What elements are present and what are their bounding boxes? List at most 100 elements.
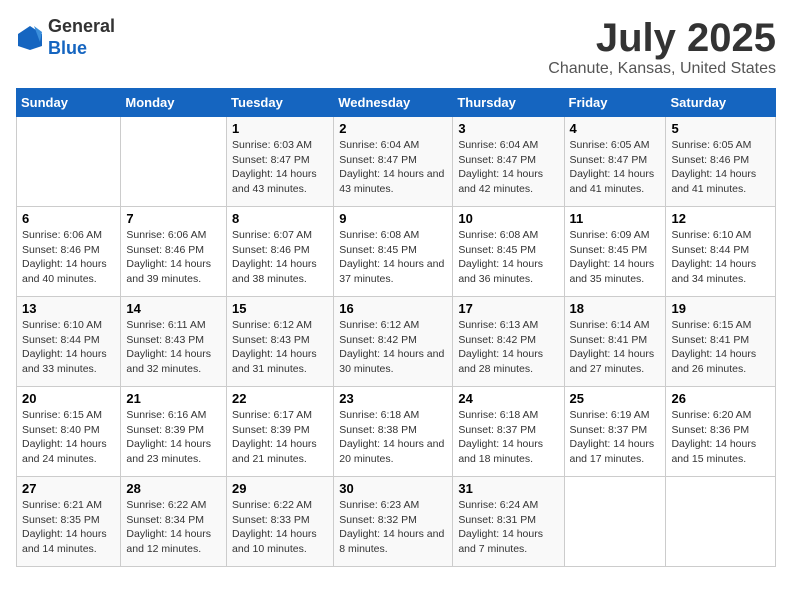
calendar-cell: 10 Sunrise: 6:08 AMSunset: 8:45 PMDayligh…: [453, 207, 564, 297]
day-number: 26: [671, 391, 770, 406]
week-row-5: 27 Sunrise: 6:21 AMSunset: 8:35 PMDayligh…: [17, 477, 776, 567]
day-number: 14: [126, 301, 221, 316]
day-info: Sunrise: 6:23 AMSunset: 8:32 PMDaylight:…: [339, 498, 447, 557]
calendar-cell: [17, 117, 121, 207]
day-info: Sunrise: 6:08 AMSunset: 8:45 PMDaylight:…: [458, 228, 558, 287]
day-info: Sunrise: 6:05 AMSunset: 8:47 PMDaylight:…: [570, 138, 661, 197]
day-info: Sunrise: 6:15 AMSunset: 8:41 PMDaylight:…: [671, 318, 770, 377]
calendar-cell: 22Sunrise: 6:17 AMSunset: 8:39 PMDayligh…: [227, 387, 334, 477]
calendar-cell: 24Sunrise: 6:18 AMSunset: 8:37 PMDayligh…: [453, 387, 564, 477]
day-number: 24: [458, 391, 558, 406]
calendar-cell: 11Sunrise: 6:09 AMSunset: 8:45 PMDayligh…: [564, 207, 666, 297]
day-info: Sunrise: 6:12 AMSunset: 8:43 PMDaylight:…: [232, 318, 328, 377]
calendar-cell: 4 Sunrise: 6:05 AMSunset: 8:47 PMDaylight…: [564, 117, 666, 207]
day-info: Sunrise: 6:08 AMSunset: 8:45 PMDaylight:…: [339, 228, 447, 287]
calendar-table: SundayMondayTuesdayWednesdayThursdayFrid…: [16, 88, 776, 567]
day-number: 23: [339, 391, 447, 406]
calendar-cell: 26 Sunrise: 6:20 AMSunset: 8:36 PMDayligh…: [666, 387, 776, 477]
calendar-cell: 25 Sunrise: 6:19 AMSunset: 8:37 PMDayligh…: [564, 387, 666, 477]
calendar-cell: 17 Sunrise: 6:13 AMSunset: 8:42 PMDayligh…: [453, 297, 564, 387]
day-info: Sunrise: 6:12 AMSunset: 8:42 PMDaylight:…: [339, 318, 447, 377]
calendar-cell: 13Sunrise: 6:10 AMSunset: 8:44 PMDayligh…: [17, 297, 121, 387]
calendar-cell: 29 Sunrise: 6:22 AMSunset: 8:33 PMDayligh…: [227, 477, 334, 567]
day-info: Sunrise: 6:04 AMSunset: 8:47 PMDaylight:…: [458, 138, 558, 197]
calendar-cell: 27 Sunrise: 6:21 AMSunset: 8:35 PMDayligh…: [17, 477, 121, 567]
calendar-cell: 12 Sunrise: 6:10 AMSunset: 8:44 PMDayligh…: [666, 207, 776, 297]
day-number: 30: [339, 481, 447, 496]
day-number: 4: [570, 121, 661, 136]
week-row-4: 20 Sunrise: 6:15 AMSunset: 8:40 PMDayligh…: [17, 387, 776, 477]
calendar-cell: 16 Sunrise: 6:12 AMSunset: 8:42 PMDayligh…: [334, 297, 453, 387]
day-number: 18: [570, 301, 661, 316]
day-number: 10: [458, 211, 558, 226]
logo: General Blue: [16, 16, 115, 59]
calendar-cell: 31 Sunrise: 6:24 AMSunset: 8:31 PMDayligh…: [453, 477, 564, 567]
calendar-cell: [121, 117, 227, 207]
day-number: 29: [232, 481, 328, 496]
header-cell-thursday: Thursday: [453, 89, 564, 117]
day-number: 16: [339, 301, 447, 316]
day-info: Sunrise: 6:19 AMSunset: 8:37 PMDaylight:…: [570, 408, 661, 467]
calendar-cell: 14Sunrise: 6:11 AMSunset: 8:43 PMDayligh…: [121, 297, 227, 387]
calendar-cell: 15 Sunrise: 6:12 AMSunset: 8:43 PMDayligh…: [227, 297, 334, 387]
day-number: 28: [126, 481, 221, 496]
day-number: 8: [232, 211, 328, 226]
week-row-3: 13Sunrise: 6:10 AMSunset: 8:44 PMDayligh…: [17, 297, 776, 387]
day-info: Sunrise: 6:13 AMSunset: 8:42 PMDaylight:…: [458, 318, 558, 377]
calendar-cell: 7Sunrise: 6:06 AMSunset: 8:46 PMDaylight…: [121, 207, 227, 297]
calendar-header: SundayMondayTuesdayWednesdayThursdayFrid…: [17, 89, 776, 117]
day-number: 20: [22, 391, 115, 406]
header-cell-friday: Friday: [564, 89, 666, 117]
day-info: Sunrise: 6:17 AMSunset: 8:39 PMDaylight:…: [232, 408, 328, 467]
day-number: 15: [232, 301, 328, 316]
calendar-cell: 6 Sunrise: 6:06 AMSunset: 8:46 PMDaylight…: [17, 207, 121, 297]
calendar-cell: 20 Sunrise: 6:15 AMSunset: 8:40 PMDayligh…: [17, 387, 121, 477]
calendar-cell: [666, 477, 776, 567]
day-info: Sunrise: 6:15 AMSunset: 8:40 PMDaylight:…: [22, 408, 115, 467]
day-number: 25: [570, 391, 661, 406]
day-info: Sunrise: 6:06 AMSunset: 8:46 PMDaylight:…: [126, 228, 221, 287]
day-number: 6: [22, 211, 115, 226]
day-info: Sunrise: 6:21 AMSunset: 8:35 PMDaylight:…: [22, 498, 115, 557]
header-cell-wednesday: Wednesday: [334, 89, 453, 117]
day-number: 13: [22, 301, 115, 316]
calendar-cell: 23 Sunrise: 6:18 AMSunset: 8:38 PMDayligh…: [334, 387, 453, 477]
logo-blue-text: Blue: [48, 38, 87, 58]
day-number: 5: [671, 121, 770, 136]
calendar-cell: [564, 477, 666, 567]
header-cell-sunday: Sunday: [17, 89, 121, 117]
day-number: 27: [22, 481, 115, 496]
day-number: 19: [671, 301, 770, 316]
day-info: Sunrise: 6:20 AMSunset: 8:36 PMDaylight:…: [671, 408, 770, 467]
header-cell-tuesday: Tuesday: [227, 89, 334, 117]
day-info: Sunrise: 6:10 AMSunset: 8:44 PMDaylight:…: [671, 228, 770, 287]
page-header: General Blue July 2025 Chanute, Kansas, …: [16, 16, 776, 78]
header-row: SundayMondayTuesdayWednesdayThursdayFrid…: [17, 89, 776, 117]
day-info: Sunrise: 6:07 AMSunset: 8:46 PMDaylight:…: [232, 228, 328, 287]
logo-general-text: General: [48, 16, 115, 36]
calendar-cell: 3Sunrise: 6:04 AMSunset: 8:47 PMDaylight…: [453, 117, 564, 207]
day-number: 12: [671, 211, 770, 226]
calendar-body: 1Sunrise: 6:03 AMSunset: 8:47 PMDaylight…: [17, 117, 776, 567]
calendar-cell: 2 Sunrise: 6:04 AMSunset: 8:47 PMDaylight…: [334, 117, 453, 207]
day-number: 17: [458, 301, 558, 316]
day-info: Sunrise: 6:03 AMSunset: 8:47 PMDaylight:…: [232, 138, 328, 197]
day-info: Sunrise: 6:04 AMSunset: 8:47 PMDaylight:…: [339, 138, 447, 197]
day-info: Sunrise: 6:16 AMSunset: 8:39 PMDaylight:…: [126, 408, 221, 467]
day-number: 2: [339, 121, 447, 136]
calendar-cell: 28Sunrise: 6:22 AMSunset: 8:34 PMDayligh…: [121, 477, 227, 567]
day-number: 9: [339, 211, 447, 226]
day-info: Sunrise: 6:14 AMSunset: 8:41 PMDaylight:…: [570, 318, 661, 377]
day-info: Sunrise: 6:24 AMSunset: 8:31 PMDaylight:…: [458, 498, 558, 557]
day-info: Sunrise: 6:18 AMSunset: 8:38 PMDaylight:…: [339, 408, 447, 467]
calendar-cell: 30 Sunrise: 6:23 AMSunset: 8:32 PMDayligh…: [334, 477, 453, 567]
day-number: 31: [458, 481, 558, 496]
calendar-cell: 8 Sunrise: 6:07 AMSunset: 8:46 PMDaylight…: [227, 207, 334, 297]
calendar-cell: 5Sunrise: 6:05 AMSunset: 8:46 PMDaylight…: [666, 117, 776, 207]
calendar-cell: 21Sunrise: 6:16 AMSunset: 8:39 PMDayligh…: [121, 387, 227, 477]
calendar-cell: 9 Sunrise: 6:08 AMSunset: 8:45 PMDaylight…: [334, 207, 453, 297]
calendar-cell: 1Sunrise: 6:03 AMSunset: 8:47 PMDaylight…: [227, 117, 334, 207]
day-info: Sunrise: 6:22 AMSunset: 8:33 PMDaylight:…: [232, 498, 328, 557]
day-info: Sunrise: 6:06 AMSunset: 8:46 PMDaylight:…: [22, 228, 115, 287]
header-cell-monday: Monday: [121, 89, 227, 117]
